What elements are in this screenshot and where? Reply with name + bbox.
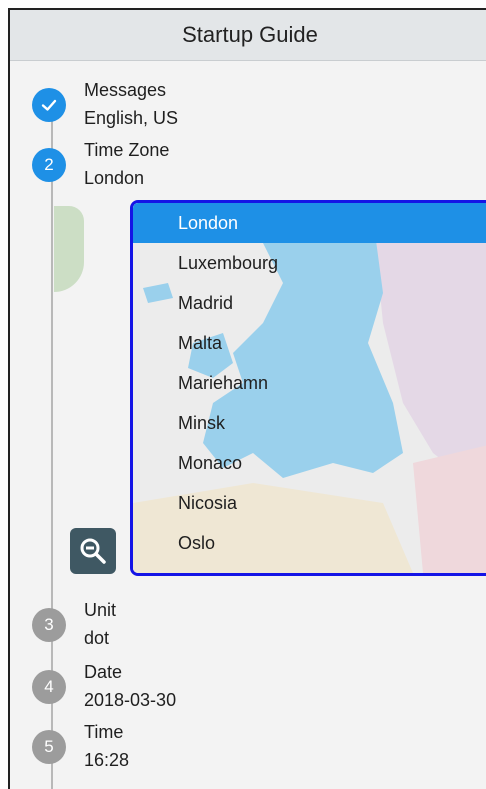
step-4-badge: 4 (32, 670, 66, 704)
step-title: Messages (84, 80, 167, 100)
timezone-item-madrid[interactable]: Madrid (133, 283, 486, 323)
step-value: 2018-03-30 (84, 690, 177, 710)
startup-guide-screen: Startup Guide Messages English, US 2 Tim… (8, 8, 486, 789)
timezone-item-malta[interactable]: Malta (133, 323, 486, 363)
timezone-item-london[interactable]: London (133, 203, 486, 243)
timezone-item-monaco[interactable]: Monaco (133, 443, 486, 483)
step-title: Time Zone (84, 140, 170, 160)
page-title-text: Startup Guide (182, 22, 318, 47)
step-title: Date (84, 662, 123, 682)
step-2-badge: 2 (32, 148, 66, 182)
zoom-out-icon (80, 538, 106, 564)
step-value: English, US (84, 108, 179, 128)
step-title: Unit (84, 600, 117, 620)
timezone-item-mariehamn[interactable]: Mariehamn (133, 363, 486, 403)
step-value: dot (84, 628, 110, 648)
map-land-fragment (54, 206, 84, 292)
step-5-badge: 5 (32, 730, 66, 764)
timezone-item-oslo[interactable]: Oslo (133, 523, 486, 563)
timezone-list: London Luxembourg Madrid Malta Mariehamn… (133, 203, 486, 563)
timezone-item-luxembourg[interactable]: Luxembourg (133, 243, 486, 283)
step-3-badge: 3 (32, 608, 66, 642)
step-value: 16:28 (84, 750, 130, 770)
step-1-badge (32, 88, 66, 122)
step-value: London (84, 168, 145, 188)
step-title: Time (84, 722, 124, 742)
zoom-out-button[interactable] (70, 528, 116, 574)
timezone-picker[interactable]: London Luxembourg Madrid Malta Mariehamn… (130, 200, 486, 576)
timezone-item-minsk[interactable]: Minsk (133, 403, 486, 443)
page-title: Startup Guide (10, 10, 486, 61)
timezone-item-nicosia[interactable]: Nicosia (133, 483, 486, 523)
check-icon (41, 99, 57, 111)
